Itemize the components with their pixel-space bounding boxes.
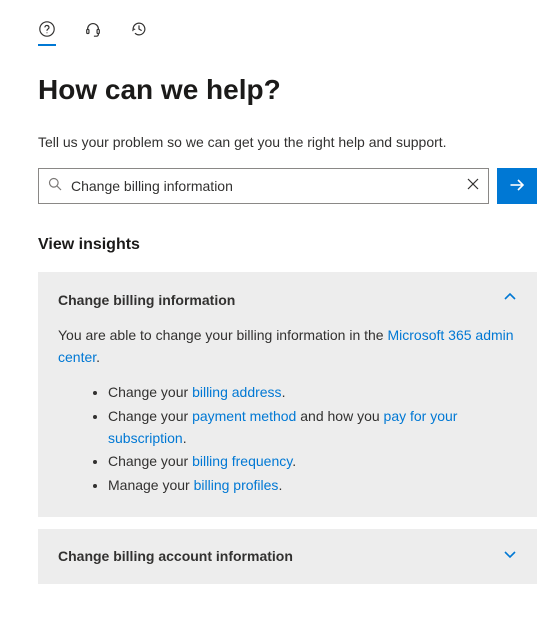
insight-title: Change billing information	[58, 292, 235, 308]
close-icon[interactable]	[466, 177, 480, 196]
help-icon	[38, 20, 56, 38]
tab-help[interactable]	[38, 20, 56, 46]
billing-frequency-link[interactable]: billing frequency	[192, 453, 292, 469]
insight-card: Change billing account information	[38, 529, 537, 584]
headset-icon	[84, 20, 102, 38]
billing-address-link[interactable]: billing address	[192, 384, 282, 400]
search-box[interactable]	[38, 168, 489, 204]
text: Change your	[108, 408, 192, 424]
text: and how you	[296, 408, 383, 424]
insight-body: You are able to change your billing info…	[58, 325, 517, 497]
insight-title: Change billing account information	[58, 548, 293, 564]
chevron-down-icon	[503, 547, 517, 566]
text: .	[292, 453, 296, 469]
tab-history[interactable]	[130, 20, 148, 46]
text: .	[96, 349, 100, 365]
tab-bar	[38, 20, 537, 46]
insight-card: Change billing information You are able …	[38, 272, 537, 517]
payment-method-link[interactable]: payment method	[192, 408, 296, 424]
text: Manage your	[108, 477, 194, 493]
history-icon	[130, 20, 148, 38]
submit-button[interactable]	[497, 168, 537, 204]
chevron-up-icon	[503, 290, 517, 309]
list-item: Change your billing frequency.	[108, 451, 517, 473]
tab-contact[interactable]	[84, 20, 102, 46]
section-heading: View insights	[38, 236, 537, 254]
list-item: Change your payment method and how you p…	[108, 406, 517, 449]
text: Change your	[108, 384, 192, 400]
insight-intro: You are able to change your billing info…	[58, 325, 517, 368]
insight-header[interactable]: Change billing account information	[58, 547, 517, 566]
text: .	[183, 430, 187, 446]
insight-bullet-list: Change your billing address. Change your…	[108, 382, 517, 496]
search-row	[38, 168, 537, 204]
insight-header[interactable]: Change billing information	[58, 290, 517, 309]
list-item: Change your billing address.	[108, 382, 517, 404]
billing-profiles-link[interactable]: billing profiles	[194, 477, 279, 493]
text: Change your	[108, 453, 192, 469]
subtitle: Tell us your problem so we can get you t…	[38, 134, 537, 150]
text: .	[282, 384, 286, 400]
search-input[interactable]	[71, 178, 466, 194]
arrow-right-icon	[508, 176, 526, 197]
search-icon	[47, 176, 63, 197]
page-title: How can we help?	[38, 74, 537, 106]
text: .	[278, 477, 282, 493]
text: You are able to change your billing info…	[58, 327, 387, 343]
list-item: Manage your billing profiles.	[108, 475, 517, 497]
